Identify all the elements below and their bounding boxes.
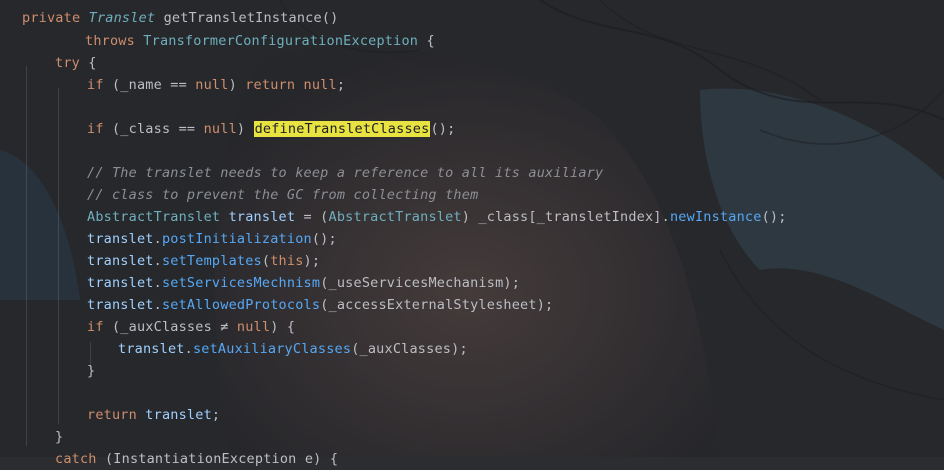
code-line[interactable]: translet.setAuxiliaryClasses(_auxClasses… bbox=[118, 338, 468, 360]
code-line[interactable]: } bbox=[87, 360, 95, 382]
code-token: { bbox=[418, 33, 435, 49]
code-token: = ( bbox=[295, 209, 329, 225]
code-line[interactable]: } bbox=[55, 426, 63, 448]
code-token: setAllowedProtocols bbox=[161, 297, 321, 313]
code-token: ; bbox=[211, 407, 221, 423]
highlighted-symbol: defineTransletClasses bbox=[253, 121, 431, 137]
indent-guide bbox=[58, 88, 59, 424]
code-line[interactable]: // class to prevent the GC from collecti… bbox=[87, 184, 478, 206]
code-line[interactable]: AbstractTranslet translet = (AbstractTra… bbox=[87, 206, 787, 228]
code-token: translet bbox=[87, 275, 154, 291]
code-token: (); bbox=[761, 209, 787, 225]
code-token: . bbox=[153, 275, 162, 291]
code-token: ) bbox=[228, 77, 246, 93]
code-token: == bbox=[170, 77, 187, 93]
code-token: AbstractTranslet bbox=[87, 209, 221, 225]
code-token: this bbox=[270, 253, 304, 269]
code-token: // The translet needs to keep a referenc… bbox=[87, 165, 604, 181]
code-token: getTransletInstance bbox=[163, 10, 322, 26]
code-token: return bbox=[87, 407, 137, 423]
code-token: if bbox=[87, 77, 104, 93]
code-line[interactable]: throws TransformerConfigurationException… bbox=[85, 30, 435, 52]
code-token: ); bbox=[303, 253, 321, 269]
code-token: ) { bbox=[270, 319, 296, 335]
code-token: throws bbox=[85, 33, 144, 49]
code-token: . bbox=[153, 253, 162, 269]
code-editor[interactable]: private Translet getTransletInstance() th… bbox=[0, 0, 944, 467]
code-token: TransformerConfigurationException bbox=[143, 33, 419, 49]
code-token: Translet bbox=[88, 10, 156, 26]
code-token: (_auxClasses); bbox=[351, 341, 468, 357]
code-line[interactable]: // The translet needs to keep a referenc… bbox=[87, 162, 603, 184]
code-token: null bbox=[203, 121, 237, 137]
code-token: setServicesMechnism bbox=[161, 275, 321, 291]
code-token: . bbox=[153, 231, 162, 247]
code-token: } bbox=[87, 363, 96, 379]
code-line[interactable]: try { bbox=[55, 52, 97, 74]
code-token: translet bbox=[118, 341, 185, 357]
code-line[interactable]: translet.setTemplates(this); bbox=[87, 250, 320, 272]
code-token: postInitialization bbox=[161, 231, 312, 247]
code-token: null bbox=[195, 77, 229, 93]
code-token: ≠ bbox=[220, 319, 229, 335]
code-token: (_useServicesMechanism); bbox=[320, 275, 521, 291]
code-token: == bbox=[178, 121, 196, 137]
indent-guide bbox=[26, 66, 27, 446]
code-token: ) bbox=[236, 121, 254, 137]
code-token: (_auxClasses bbox=[103, 319, 221, 335]
code-token: ; bbox=[336, 77, 346, 93]
code-token: () bbox=[321, 10, 339, 26]
code-token: translet bbox=[87, 231, 154, 247]
code-token: (); bbox=[430, 121, 456, 137]
code-token: ) _class[_transletIndex]. bbox=[461, 209, 670, 225]
code-token: null bbox=[303, 77, 337, 93]
code-token: . bbox=[153, 297, 162, 313]
code-token: // class to prevent the GC from collecti… bbox=[87, 187, 479, 203]
code-token: } bbox=[55, 429, 64, 445]
code-line[interactable]: catch (InstantiationException e) { bbox=[55, 448, 338, 470]
code-token: (_name bbox=[103, 77, 171, 93]
code-token: (_class bbox=[103, 121, 179, 137]
code-token: translet bbox=[228, 209, 296, 225]
code-token: translet bbox=[145, 407, 212, 423]
code-token: . bbox=[184, 341, 193, 357]
code-token: private bbox=[22, 10, 89, 26]
code-token: newInstance bbox=[669, 209, 762, 225]
code-token: null bbox=[236, 319, 271, 335]
code-token: { bbox=[79, 55, 97, 71]
code-token: return bbox=[245, 77, 296, 93]
code-line[interactable]: translet.postInitialization(); bbox=[87, 228, 337, 250]
code-line[interactable]: if (_auxClasses ≠ null) { bbox=[87, 316, 295, 338]
code-token: (_accessExternalStylesheet); bbox=[320, 297, 554, 313]
code-token: translet bbox=[87, 253, 154, 269]
code-token: setTemplates bbox=[161, 253, 262, 269]
code-token: try bbox=[55, 55, 80, 71]
code-token: catch bbox=[55, 451, 97, 467]
code-token: if bbox=[87, 319, 104, 335]
code-line[interactable]: if (_class == null) defineTransletClasse… bbox=[87, 118, 455, 140]
code-token: if bbox=[87, 121, 104, 137]
code-line[interactable]: if (_name == null) return null; bbox=[87, 74, 345, 96]
code-line[interactable]: translet.setAllowedProtocols(_accessExte… bbox=[87, 294, 553, 316]
code-token: (); bbox=[311, 231, 337, 247]
code-token: setAuxiliaryClasses bbox=[192, 341, 352, 357]
code-token: ( bbox=[261, 253, 271, 269]
code-token: (InstantiationException e) { bbox=[96, 451, 339, 467]
code-token: AbstractTranslet bbox=[328, 209, 462, 225]
code-line[interactable]: translet.setServicesMechnism(_useService… bbox=[87, 272, 520, 294]
code-line[interactable]: private Translet getTransletInstance() bbox=[22, 7, 338, 29]
code-line[interactable]: return translet; bbox=[87, 404, 220, 426]
code-token: translet bbox=[87, 297, 154, 313]
